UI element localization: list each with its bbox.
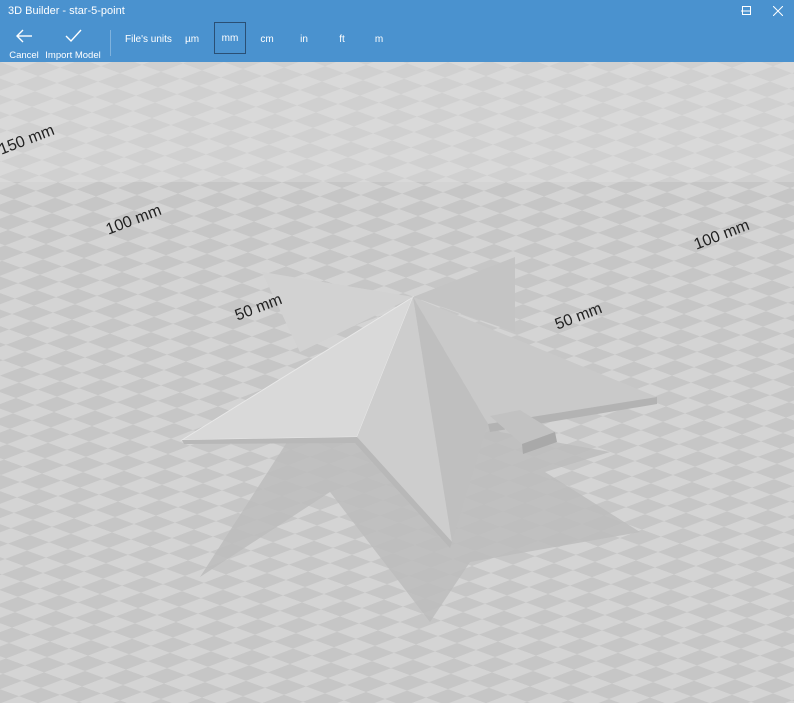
close-icon <box>772 3 784 21</box>
unit-millimeter-button[interactable]: mm <box>214 22 246 54</box>
window-title: 3D Builder - star-5-point <box>8 5 125 17</box>
units-label: File's units <box>125 34 172 45</box>
floor-grid <box>0 62 794 703</box>
title-bar: 3D Builder - star-5-point <box>0 0 794 23</box>
checkmark-icon <box>64 28 82 49</box>
close-button[interactable] <box>762 0 794 23</box>
maximize-icon <box>742 3 752 21</box>
back-arrow-icon <box>15 28 33 49</box>
unit-meter-button[interactable]: m <box>367 23 391 55</box>
import-model-label: Import Model <box>45 50 101 61</box>
3d-viewport[interactable]: 150 mm 100 mm 50 mm 100 mm 50 mm <box>0 62 794 703</box>
toolbar: Cancel Import Model File's units µm mm c… <box>0 22 794 62</box>
unit-centimeter-button[interactable]: cm <box>254 23 280 55</box>
unit-inch-button[interactable]: in <box>292 23 316 55</box>
unit-micrometer-button[interactable]: µm <box>178 23 206 55</box>
cancel-label: Cancel <box>9 50 39 61</box>
unit-foot-button[interactable]: ft <box>330 23 354 55</box>
import-model-button[interactable]: Import Model <box>45 23 101 62</box>
toolbar-divider <box>110 30 111 56</box>
cancel-button[interactable]: Cancel <box>8 23 40 62</box>
maximize-button[interactable] <box>731 0 763 23</box>
